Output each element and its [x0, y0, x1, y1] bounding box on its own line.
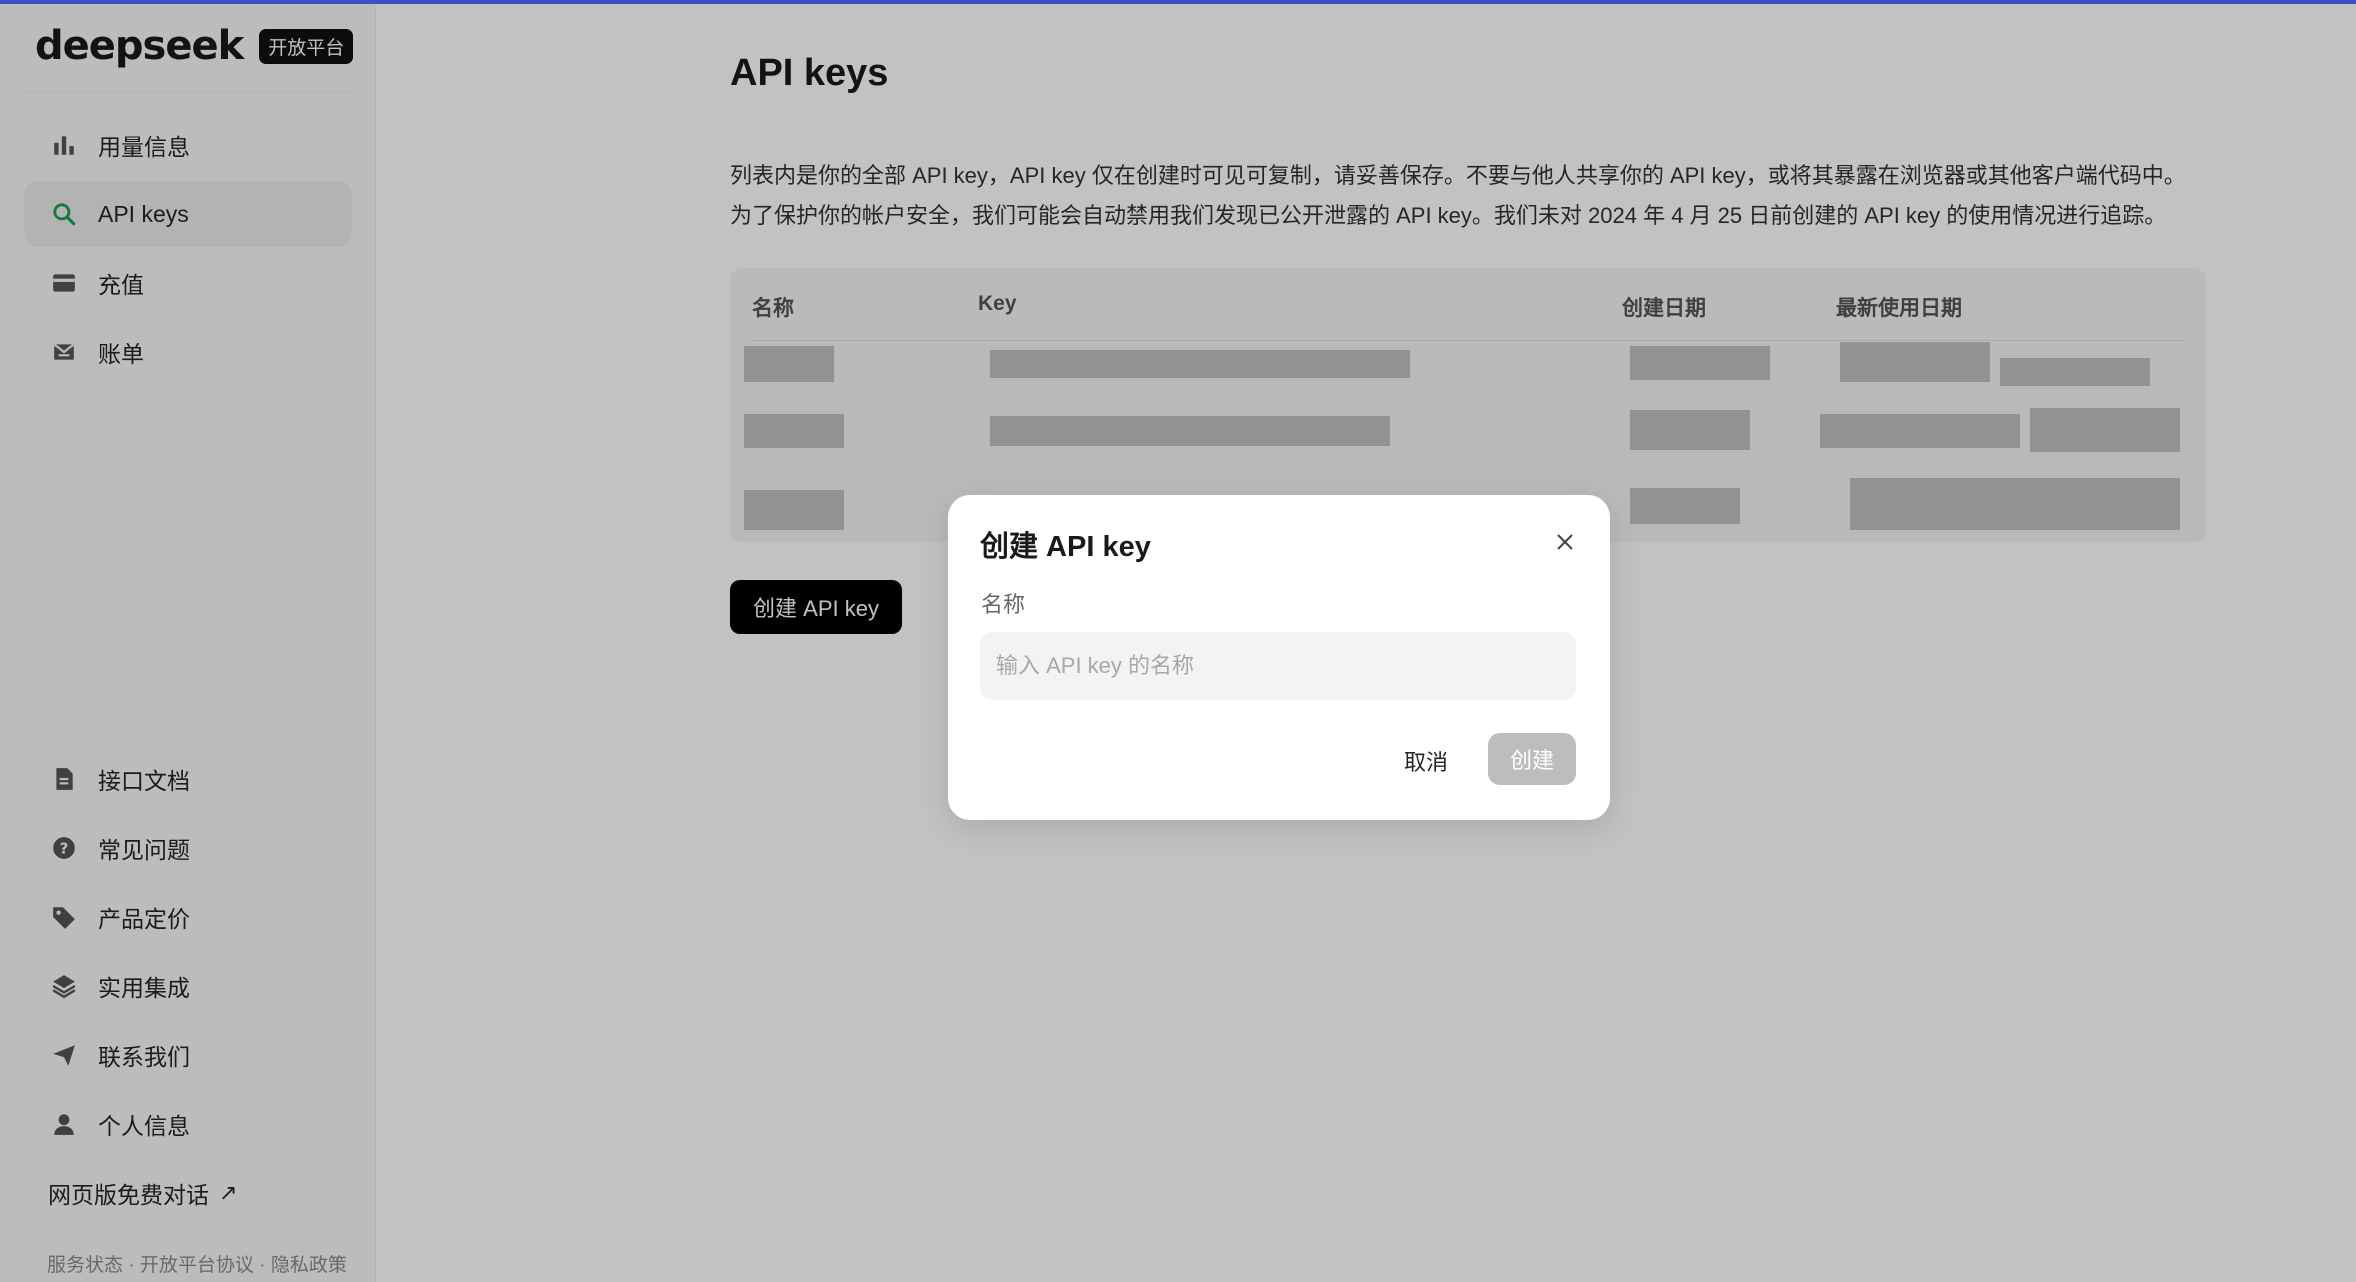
close-icon[interactable] [1550, 527, 1580, 557]
name-field-label: 名称 [981, 592, 1026, 617]
create-api-key-dialog: 创建 API key 名称 取消 创建 [948, 495, 1610, 820]
submit-create-button[interactable]: 创建 [1488, 733, 1576, 785]
dialog-title: 创建 API key [980, 531, 1151, 563]
cancel-button[interactable]: 取消 [1392, 735, 1460, 787]
app-root: deepseek 开放平台 用量信息 API keys 充值 账单 接口文档 ?… [0, 0, 2356, 1282]
api-key-name-input[interactable] [980, 632, 1576, 700]
